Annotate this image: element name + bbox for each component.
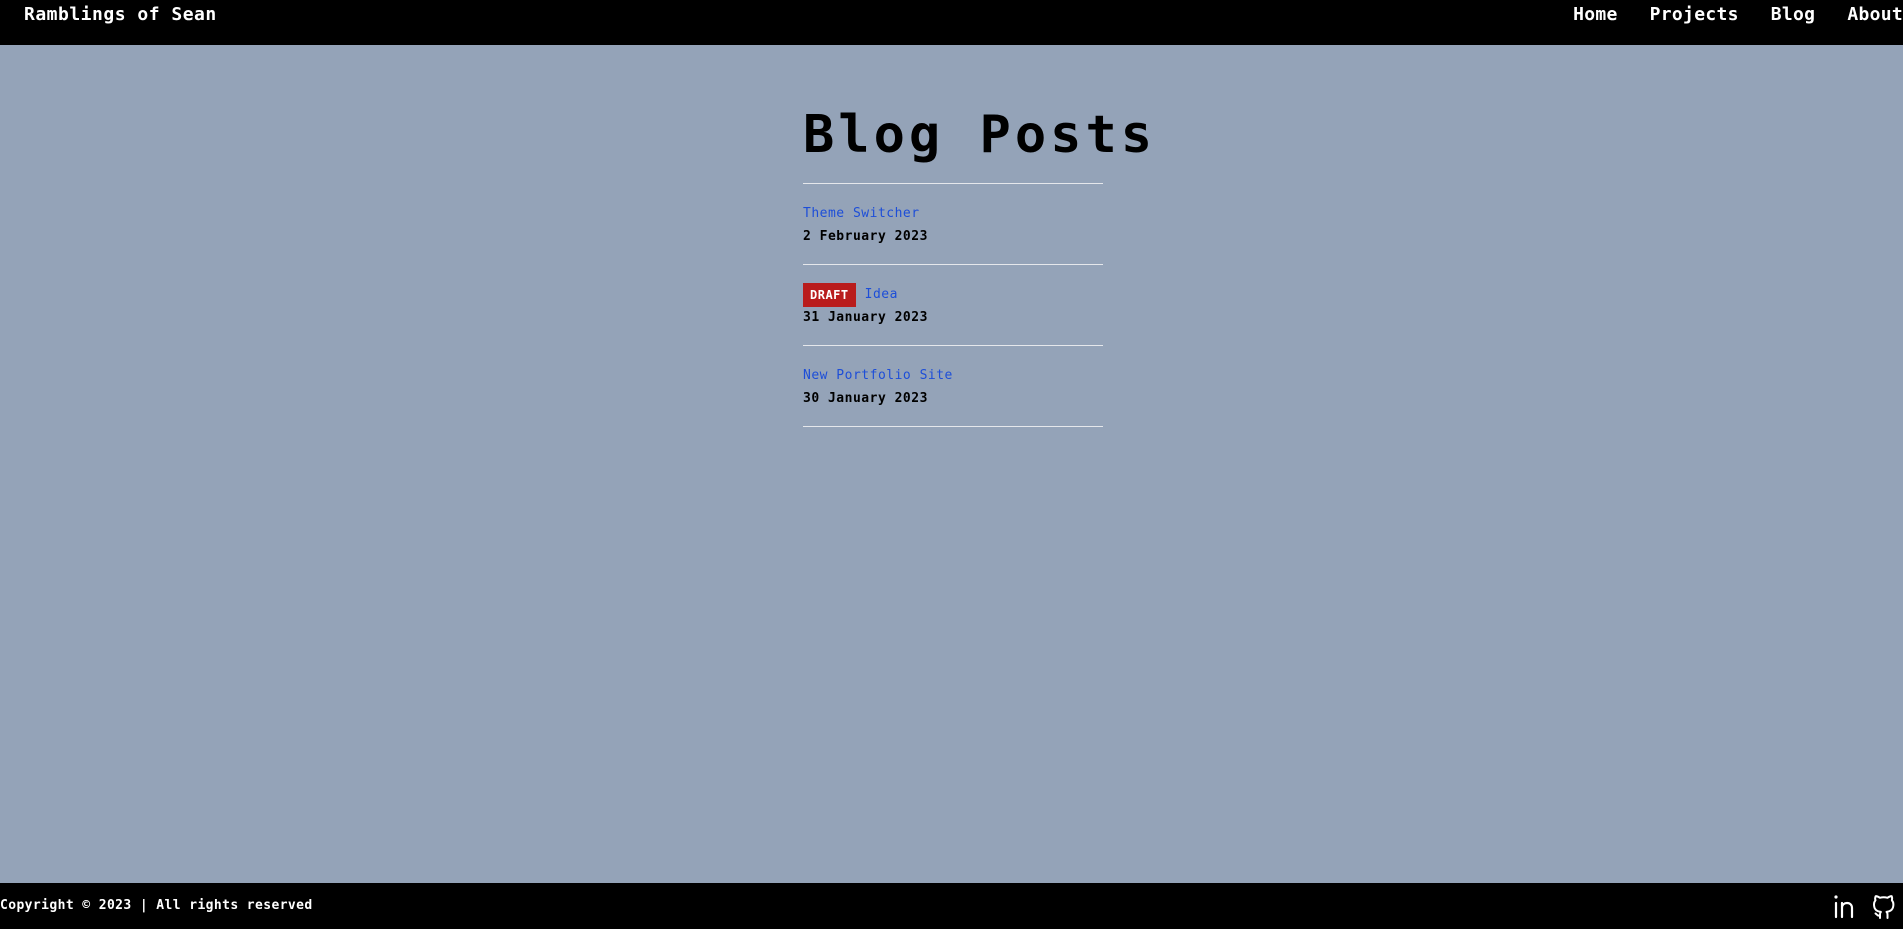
- linkedin-icon: [1834, 895, 1854, 919]
- post-title-link[interactable]: New Portfolio Site: [803, 367, 953, 385]
- copyright-text: Copyright © 2023 | All rights reserved: [0, 898, 313, 913]
- nav-blog-link[interactable]: Blog: [1771, 4, 1816, 26]
- nav-links: Home Projects Blog About: [1541, 4, 1903, 26]
- nav-about-link[interactable]: About: [1847, 4, 1903, 26]
- draft-badge: DRAFT: [803, 283, 856, 307]
- post-title-row: New Portfolio Site: [803, 364, 1103, 388]
- post-title-link[interactable]: Idea: [865, 286, 898, 304]
- post-title-link[interactable]: Theme Switcher: [803, 205, 920, 223]
- footer: Copyright © 2023 | All rights reserved: [0, 883, 1903, 929]
- post-title-row: DRAFT Idea: [803, 283, 1103, 307]
- post-date: 31 January 2023: [803, 310, 928, 325]
- post-item: Theme Switcher 2 February 2023: [803, 184, 1103, 265]
- github-link[interactable]: [1869, 891, 1899, 921]
- post-item: New Portfolio Site 30 January 2023: [803, 346, 1103, 427]
- page: Ramblings of Sean Home Projects Blog Abo…: [0, 0, 1903, 929]
- github-icon: [1873, 895, 1895, 919]
- post-list: Theme Switcher 2 February 2023 DRAFT Ide…: [803, 183, 1103, 427]
- nav-home-link[interactable]: Home: [1573, 4, 1618, 26]
- page-title: Blog Posts: [803, 105, 1157, 165]
- post-item: DRAFT Idea 31 January 2023: [803, 265, 1103, 346]
- top-nav: Ramblings of Sean Home Projects Blog Abo…: [0, 0, 1903, 45]
- main-content: Blog Posts Theme Switcher 2 February 202…: [0, 45, 1903, 883]
- social-links: [1831, 891, 1899, 921]
- post-date: 30 January 2023: [803, 391, 928, 406]
- linkedin-link[interactable]: [1831, 891, 1861, 921]
- nav-projects-link[interactable]: Projects: [1650, 4, 1739, 26]
- blog-content: Blog Posts Theme Switcher 2 February 202…: [803, 105, 1157, 427]
- site-title-link[interactable]: Ramblings of Sean: [24, 4, 217, 26]
- post-title-row: Theme Switcher: [803, 202, 1103, 226]
- post-date: 2 February 2023: [803, 229, 928, 244]
